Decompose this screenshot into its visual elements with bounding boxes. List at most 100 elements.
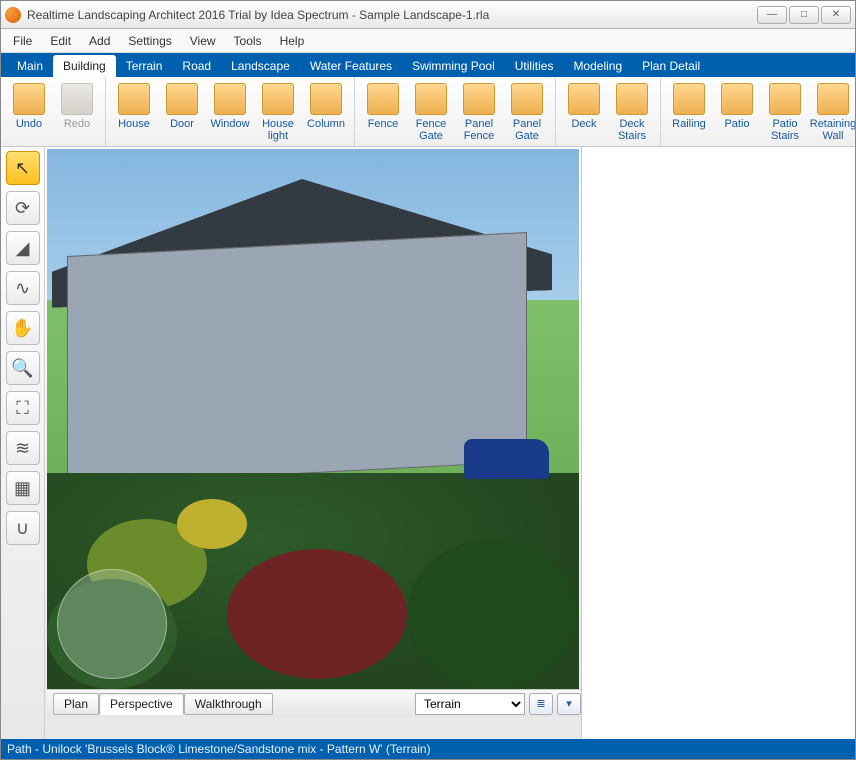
window-icon [214,83,246,115]
layer-select[interactable]: Terrain [415,693,525,715]
tab-terrain[interactable]: Terrain [116,55,173,77]
layer-filter-icon[interactable]: ≣ [529,693,553,715]
fence-gate-icon [415,83,447,115]
door-icon [166,83,198,115]
ribbon-panel-gate-button[interactable]: Panel Gate [503,79,551,144]
tool-layers[interactable]: ≋ [6,431,40,465]
menu-settings[interactable]: Settings [120,31,179,51]
layer-dropdown-icon[interactable]: ▾ [557,693,581,715]
ribbon-undo-button[interactable]: Undo [5,79,53,144]
window-title: Realtime Landscaping Architect 2016 Tria… [27,8,757,22]
ribbon-deck-stairs-button[interactable]: Deck Stairs [608,79,656,144]
menu-bar: FileEditAddSettingsViewToolsHelp [1,29,855,53]
ribbon-door-button[interactable]: Door [158,79,206,144]
view-mode-bar: PlanPerspectiveWalkthrough Terrain ≣ ▾ [47,689,581,717]
tool-select[interactable]: ↖ [6,151,40,185]
tab-water-features[interactable]: Water Features [300,55,402,77]
ribbon-label: Patio Stairs [761,118,809,142]
tab-building[interactable]: Building [53,55,116,77]
tool-orbit[interactable]: ⟳ [6,191,40,225]
fence-icon [367,83,399,115]
ribbon-house-button[interactable]: House [110,79,158,144]
ribbon-label: Column [307,118,345,130]
tab-swimming-pool[interactable]: Swimming Pool [402,55,505,77]
menu-tools[interactable]: Tools [226,31,270,51]
undo-icon [13,83,45,115]
ribbon-label: Panel Fence [455,118,503,142]
ribbon-group: Undo Redo [1,77,106,146]
status-text: Path - Unilock 'Brussels Block® Limeston… [7,742,431,756]
wall-icon [817,83,849,115]
tab-main[interactable]: Main [7,55,53,77]
menu-view[interactable]: View [182,31,224,51]
ribbon-label: Patio [724,118,749,130]
render-bush [227,549,407,679]
title-bar: Realtime Landscaping Architect 2016 Tria… [1,1,855,29]
ribbon-house-light-button[interactable]: House light [254,79,302,144]
menu-add[interactable]: Add [81,31,118,51]
ribbon-label: House [118,118,150,130]
panel-gate-icon [511,83,543,115]
ribbon-label: House light [254,118,302,142]
tool-pan[interactable]: ✋ [6,311,40,345]
ribbon-deck-button[interactable]: Deck [560,79,608,144]
ribbon-fence-button[interactable]: Fence [359,79,407,144]
ribbon-label: Railing [672,118,706,130]
tool-curve[interactable]: ∿ [6,271,40,305]
ribbon-window-button[interactable]: Window [206,79,254,144]
menu-help[interactable]: Help [272,31,313,51]
patio-stairs-icon [769,83,801,115]
menu-edit[interactable]: Edit [42,31,79,51]
ribbon-railing-button[interactable]: Railing [665,79,713,144]
tab-landscape[interactable]: Landscape [221,55,300,77]
ribbon-label: Window [210,118,249,130]
minimize-button[interactable]: — [757,6,787,24]
tab-road[interactable]: Road [172,55,221,77]
ribbon-panel-fence-button[interactable]: Panel Fence [455,79,503,144]
ribbon-group: RailingPatioPatio StairsRetaining WallAc… [661,77,855,146]
render-bush [407,539,577,689]
render-car [464,439,549,479]
tool-zoom[interactable]: 🔍 [6,351,40,385]
light-icon [262,83,294,115]
ribbon-group: FenceFence GatePanel FencePanel Gate [355,77,556,146]
viewport-column: PlanPerspectiveWalkthrough Terrain ≣ ▾ [45,147,581,739]
ribbon-label: Fence Gate [407,118,455,142]
ribbon-label: Panel Gate [503,118,551,142]
properties-panel [581,147,855,739]
ribbon-label: Redo [64,118,90,130]
house-icon [118,83,150,115]
render-bush [177,499,247,549]
menu-file[interactable]: File [5,31,40,51]
ribbon-patio-stairs-button[interactable]: Patio Stairs [761,79,809,144]
3d-viewport[interactable] [47,149,579,689]
ribbon-label: Deck [571,118,596,130]
close-button[interactable]: ✕ [821,6,851,24]
tool-pin[interactable]: ◢ [6,231,40,265]
render-house [67,232,527,486]
view-mode-plan[interactable]: Plan [53,693,99,715]
navigation-disc[interactable] [57,569,167,679]
maximize-button[interactable]: □ [789,6,819,24]
tool-snap[interactable]: ∪ [6,511,40,545]
ribbon-label: Deck Stairs [608,118,656,142]
left-tool-palette: ↖ ⟳ ◢ ∿ ✋ 🔍 ⛶ ≋ ▦ ∪ [1,147,45,739]
ribbon-fence-gate-button[interactable]: Fence Gate [407,79,455,144]
view-mode-walkthrough[interactable]: Walkthrough [184,693,273,715]
ribbon-label: Undo [16,118,42,130]
redo-icon [61,83,93,115]
railing-icon [673,83,705,115]
ribbon-column-button[interactable]: Column [302,79,350,144]
patio-icon [721,83,753,115]
tab-plan-detail[interactable]: Plan Detail [632,55,710,77]
tab-modeling[interactable]: Modeling [563,55,632,77]
ribbon-redo-button: Redo [53,79,101,144]
tool-zoom-region[interactable]: ⛶ [6,391,40,425]
ribbon-retaining-wall-button[interactable]: Retaining Wall [809,79,855,144]
main-area: ↖ ⟳ ◢ ∿ ✋ 🔍 ⛶ ≋ ▦ ∪ PlanPerspectiveWalkthrough Te… [1,147,855,739]
deck-icon [568,83,600,115]
tab-utilities[interactable]: Utilities [505,55,564,77]
view-mode-perspective[interactable]: Perspective [99,693,184,715]
tool-raster[interactable]: ▦ [6,471,40,505]
ribbon-patio-button[interactable]: Patio [713,79,761,144]
